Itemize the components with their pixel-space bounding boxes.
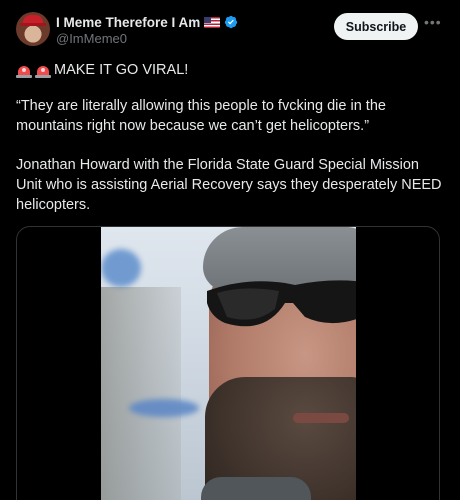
verified-badge-icon (225, 15, 238, 29)
author-display-name[interactable]: I Meme Therefore I Am (56, 15, 200, 30)
post-quote: “They are literally allowing this people… (16, 98, 386, 134)
author-handle[interactable]: @ImMeme0 (56, 31, 127, 46)
sky-patch (129, 399, 199, 417)
post-headline-line: MAKE IT GO VIRAL! (16, 60, 444, 80)
background-trees (101, 287, 181, 500)
avatar[interactable] (16, 12, 50, 46)
person-in-video (201, 227, 356, 500)
post-body: Jonathan Howard with the Florida State G… (16, 157, 442, 213)
video-thumbnail[interactable] (101, 227, 356, 500)
mouth (293, 413, 349, 423)
author-name-row: I Meme Therefore I Am (56, 13, 238, 31)
shirt (201, 477, 311, 500)
more-options-icon[interactable]: ••• (424, 15, 441, 33)
post-headline: MAKE IT GO VIRAL! (54, 62, 189, 78)
siren-icon (35, 63, 51, 78)
avatar-hat-brim (20, 23, 46, 26)
siren-icon (16, 63, 32, 78)
subscribe-button[interactable]: Subscribe (334, 13, 418, 40)
video-card[interactable] (16, 226, 440, 500)
us-flag-icon (204, 16, 221, 28)
sky-patch (101, 249, 141, 287)
sunglasses (207, 280, 356, 327)
